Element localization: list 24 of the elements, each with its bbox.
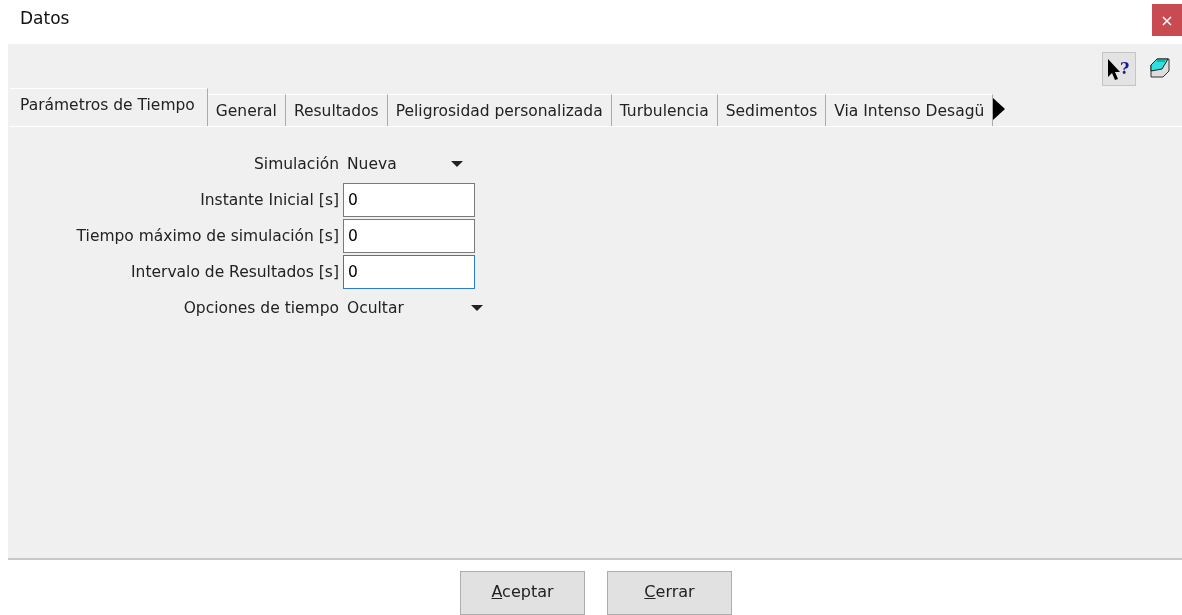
tab[interactable]: Sedimentos	[717, 93, 827, 126]
dropdown-caret-icon	[451, 160, 463, 167]
field-label: Intervalo de Resultados [s]	[130, 262, 340, 281]
text-field[interactable]: 0	[343, 254, 475, 289]
field-label: Tiempo máximo de simulación [s]	[75, 226, 340, 245]
tab[interactable]: General	[207, 93, 286, 126]
close-button[interactable]: ×	[1152, 4, 1182, 36]
field-label: Instante Inicial [s]	[199, 190, 340, 209]
tab[interactable]: Peligrosidad personalizada	[387, 93, 612, 126]
dropdown[interactable]: Ocultar	[343, 290, 483, 325]
window-title: Datos	[20, 8, 70, 28]
dropdown-caret-icon	[471, 304, 483, 311]
field-label: Simulación	[253, 154, 340, 173]
field-label: Opciones de tiempo	[182, 298, 340, 317]
text-field[interactable]: 0	[343, 218, 475, 253]
tab[interactable]: Resultados	[285, 93, 388, 126]
tab[interactable]: Via Intenso Desagü	[826, 93, 994, 126]
dialog-button[interactable]: Aceptar	[460, 571, 585, 615]
dropdown[interactable]: Nueva	[343, 146, 463, 181]
notebook-icon	[1147, 56, 1171, 81]
dialog-button[interactable]: Cerrar	[607, 571, 732, 615]
tab[interactable]: Parámetros de Tiempo	[10, 87, 208, 126]
text-field[interactable]: 0	[343, 182, 475, 217]
tab[interactable]: Turbulencia	[611, 93, 718, 126]
